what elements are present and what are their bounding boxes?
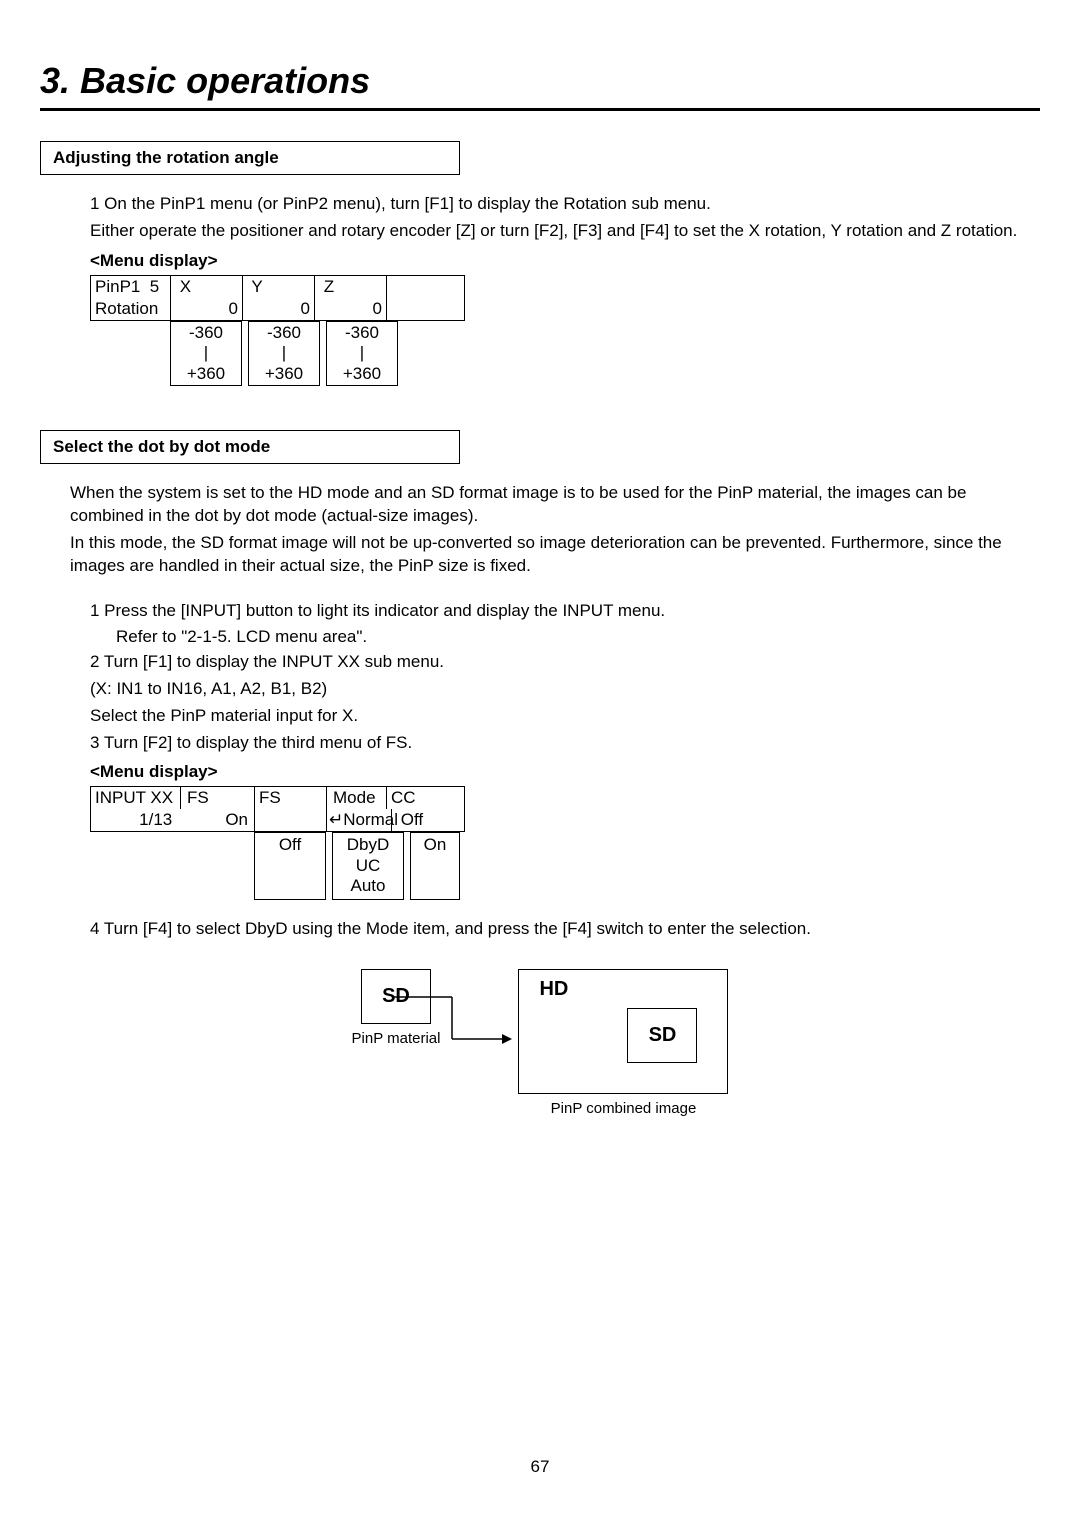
menu-cell: Y: [243, 276, 315, 298]
option-cc: On: [410, 832, 460, 899]
reference-text: Refer to "2-1-5. LCD menu area".: [116, 627, 1040, 647]
option-mode: DbyD UC Auto: [332, 832, 404, 899]
body-text: Either operate the positioner and rotary…: [90, 220, 1040, 243]
range-min: -360: [327, 323, 397, 343]
range-box-y: -360 | +360: [248, 321, 320, 386]
menu-display-label: <Menu display>: [90, 762, 1040, 782]
range-min: -360: [171, 323, 241, 343]
menu-cell: [387, 298, 464, 320]
menu-cell: Mode: [327, 787, 387, 809]
menu-cell: INPUT XX: [91, 787, 181, 809]
range-bar: |: [249, 343, 319, 363]
range-max: +360: [327, 364, 397, 384]
body-text: In this mode, the SD format image will n…: [70, 532, 1040, 578]
page-number: 67: [40, 1457, 1040, 1477]
body-text: When the system is set to the HD mode an…: [70, 482, 1040, 528]
menu-cell: 0: [315, 298, 387, 320]
range-boxes: -360 | +360 -360 | +360 -360 | +360: [90, 321, 1040, 386]
combined-label: PinP combined image: [518, 1100, 728, 1117]
menu-display-label: <Menu display>: [90, 251, 1040, 271]
section-heading-rotation: Adjusting the rotation angle: [40, 141, 460, 175]
hd-frame: HD SD: [518, 969, 728, 1094]
option-value: UC: [333, 856, 403, 876]
step-sub-text: Select the PinP material input for X.: [90, 705, 1040, 728]
menu-cell: 1/13: [91, 809, 181, 831]
menu-cell: CC: [387, 787, 464, 809]
menu-cell: 0: [243, 298, 315, 320]
option-value: Auto: [333, 876, 403, 896]
range-bar: |: [327, 343, 397, 363]
menu-cell: Off: [392, 809, 464, 831]
hd-label: HD: [539, 978, 568, 1001]
range-bar: |: [171, 343, 241, 363]
step-text: 3 Turn [F2] to display the third menu of…: [90, 732, 1040, 755]
menu-cell: Z: [315, 276, 387, 298]
menu-cell: [255, 809, 327, 831]
step-text: 1 On the PinP1 menu (or PinP2 menu), tur…: [90, 193, 1040, 216]
option-boxes: Off DbyD UC Auto On: [90, 832, 1040, 899]
menu-cell: ↵Normal: [327, 809, 392, 831]
section-heading-dotbydot: Select the dot by dot mode: [40, 430, 460, 464]
menu-display-table: INPUT XX FS FS Mode CC 1/13 On ↵Normal O…: [90, 786, 465, 832]
step-text: 2 Turn [F1] to display the INPUT XX sub …: [90, 651, 1040, 674]
option-value: DbyD: [333, 835, 403, 855]
arrow-icon: [392, 991, 512, 1051]
menu-cell: [387, 276, 464, 298]
chapter-title: 3. Basic operations: [40, 60, 1040, 111]
range-max: +360: [249, 364, 319, 384]
range-box-z: -360 | +360: [326, 321, 398, 386]
menu-cell: On: [181, 809, 255, 831]
menu-cell: FS: [181, 787, 255, 809]
range-max: +360: [171, 364, 241, 384]
menu-cell: X: [171, 276, 243, 298]
menu-cell: Rotation: [91, 298, 171, 320]
range-box-x: -360 | +360: [170, 321, 242, 386]
option-fs: Off: [254, 832, 326, 899]
menu-cell: PinP1 5: [91, 276, 171, 298]
step-sub-text: (X: IN1 to IN16, A1, A2, B1, B2): [90, 678, 1040, 701]
step-text: 4 Turn [F4] to select DbyD using the Mod…: [90, 918, 1040, 941]
menu-display-table: PinP1 5 X Y Z Rotation 0 0 0: [90, 275, 465, 321]
range-min: -360: [249, 323, 319, 343]
sd-inset-box: SD: [627, 1008, 697, 1063]
diagram: SD PinP material HD SD PinP combined ima…: [40, 969, 1040, 1117]
step-text: 1 Press the [INPUT] button to light its …: [90, 600, 1040, 623]
menu-cell: 0: [171, 298, 243, 320]
menu-cell: FS: [255, 787, 327, 809]
